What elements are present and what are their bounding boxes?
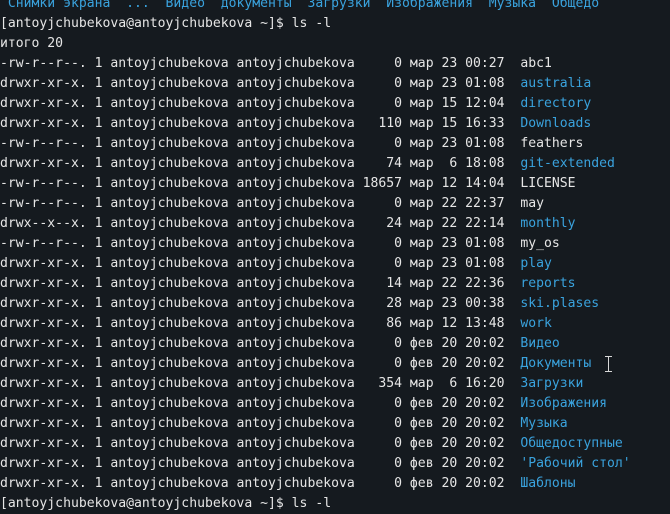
listing-row: -rw-r--r--. 1 antoyjchubekova antoyjchub… (0, 194, 670, 214)
listing-row: drwxr-xr-x. 1 antoyjchubekova antoyjchub… (0, 394, 670, 414)
listing-row: drwxr-xr-x. 1 antoyjchubekova antoyjchub… (0, 294, 670, 314)
listing-row: drwxr-xr-x. 1 antoyjchubekova antoyjchub… (0, 94, 670, 114)
file-meta: -rw-r--r--. 1 antoyjchubekova antoyjchub… (0, 236, 505, 251)
listing-row: drwxr-xr-x. 1 antoyjchubekova antoyjchub… (0, 314, 670, 334)
file-meta: drwxr-xr-x. 1 antoyjchubekova antoyjchub… (0, 356, 505, 371)
file-meta: drwx--x--x. 1 antoyjchubekova antoyjchub… (0, 216, 505, 231)
file-meta: drwxr-xr-x. 1 antoyjchubekova antoyjchub… (0, 336, 505, 351)
file-meta: drwxr-xr-x. 1 antoyjchubekova antoyjchub… (0, 276, 505, 291)
file-meta: drwxr-xr-x. 1 antoyjchubekova antoyjchub… (0, 116, 505, 131)
text-cursor-icon (604, 356, 613, 372)
listing-row: drwxr-xr-x. 1 antoyjchubekova antoyjchub… (0, 74, 670, 94)
total-line: итого 20 (0, 36, 64, 51)
file-meta: drwxr-xr-x. 1 antoyjchubekova antoyjchub… (0, 296, 505, 311)
file-meta: drwxr-xr-x. 1 antoyjchubekova antoyjchub… (0, 396, 505, 411)
listing-row: drwxr-xr-x. 1 antoyjchubekova antoyjchub… (0, 114, 670, 134)
file-meta: -rw-r--r--. 1 antoyjchubekova antoyjchub… (0, 176, 505, 191)
file-name: abc1 (520, 56, 552, 71)
directory-name: play (520, 256, 552, 271)
listing-row: drwxr-xr-x. 1 antoyjchubekova antoyjchub… (0, 374, 670, 394)
next-command-prompt: [antoyjchubekova@antoyjchubekova ~]$ ls … (0, 496, 332, 511)
file-meta: drwxr-xr-x. 1 antoyjchubekova antoyjchub… (0, 156, 505, 171)
file-meta: drwxr-xr-x. 1 antoyjchubekova antoyjchub… (0, 456, 505, 471)
listing-row: drwxr-xr-x. 1 antoyjchubekova antoyjchub… (0, 434, 670, 454)
directory-name: Музыка (520, 416, 568, 431)
file-name: LICENSE (520, 176, 576, 191)
listing-row: drwxr-xr-x. 1 antoyjchubekova antoyjchub… (0, 474, 670, 494)
directory-name: directory (520, 96, 592, 111)
listing-row: drwxr-xr-x. 1 antoyjchubekova antoyjchub… (0, 254, 670, 274)
file-meta: drwxr-xr-x. 1 antoyjchubekova antoyjchub… (0, 436, 505, 451)
command-prompt: [antoyjchubekova@antoyjchubekova ~]$ ls … (0, 16, 332, 31)
directory-name: work (520, 316, 552, 331)
directory-name: 'Рабочий стол' (520, 456, 631, 471)
listing-row: -rw-r--r--. 1 antoyjchubekova antoyjchub… (0, 54, 670, 74)
file-meta: -rw-r--r--. 1 antoyjchubekova antoyjchub… (0, 56, 505, 71)
directory-name: Downloads (520, 116, 592, 131)
directory-name: Общедоступные (520, 436, 623, 451)
file-meta: drwxr-xr-x. 1 antoyjchubekova antoyjchub… (0, 416, 505, 431)
listing-row: drwxr-xr-x. 1 antoyjchubekova antoyjchub… (0, 454, 670, 474)
listing-row: -rw-r--r--. 1 antoyjchubekova antoyjchub… (0, 174, 670, 194)
previous-output-line: Снимки экрана ... Видео документы Загруз… (0, 0, 600, 11)
directory-name: Загрузки (520, 376, 584, 391)
directory-name: Шаблоны (520, 476, 576, 491)
directory-name: reports (520, 276, 576, 291)
listing-row: drwxr-xr-x. 1 antoyjchubekova antoyjchub… (0, 414, 670, 434)
directory-name: ski.plases (520, 296, 600, 311)
directory-name: Видео (520, 336, 560, 351)
directory-name: australia (520, 76, 592, 91)
directory-name: Изображения (520, 396, 608, 411)
file-name: my_os (520, 236, 560, 251)
listing-row: drwx--x--x. 1 antoyjchubekova antoyjchub… (0, 214, 670, 234)
file-meta: drwxr-xr-x. 1 antoyjchubekova antoyjchub… (0, 256, 505, 271)
file-name: feathers (520, 136, 584, 151)
listing-row: -rw-r--r--. 1 antoyjchubekova antoyjchub… (0, 234, 670, 254)
listing-row: drwxr-xr-x. 1 antoyjchubekova antoyjchub… (0, 154, 670, 174)
listing-row: drwxr-xr-x. 1 antoyjchubekova antoyjchub… (0, 354, 670, 374)
file-meta: drwxr-xr-x. 1 antoyjchubekova antoyjchub… (0, 316, 505, 331)
file-meta: -rw-r--r--. 1 antoyjchubekova antoyjchub… (0, 136, 505, 151)
directory-name: monthly (520, 216, 576, 231)
file-name: may (520, 196, 544, 211)
file-meta: -rw-r--r--. 1 antoyjchubekova antoyjchub… (0, 196, 505, 211)
directory-name: Документы (520, 356, 592, 371)
file-meta: drwxr-xr-x. 1 antoyjchubekova antoyjchub… (0, 376, 505, 391)
terminal-output[interactable]: Снимки экрана ... Видео документы Загруз… (0, 0, 670, 514)
file-meta: drwxr-xr-x. 1 antoyjchubekova antoyjchub… (0, 76, 505, 91)
listing-row: -rw-r--r--. 1 antoyjchubekova antoyjchub… (0, 134, 670, 154)
listing-row: drwxr-xr-x. 1 antoyjchubekova antoyjchub… (0, 334, 670, 354)
file-meta: drwxr-xr-x. 1 antoyjchubekova antoyjchub… (0, 96, 505, 111)
directory-name: git-extended (520, 156, 615, 171)
listing-row: drwxr-xr-x. 1 antoyjchubekova antoyjchub… (0, 274, 670, 294)
file-meta: drwxr-xr-x. 1 antoyjchubekova antoyjchub… (0, 476, 505, 491)
listing-rows: -rw-r--r--. 1 antoyjchubekova antoyjchub… (0, 54, 670, 494)
